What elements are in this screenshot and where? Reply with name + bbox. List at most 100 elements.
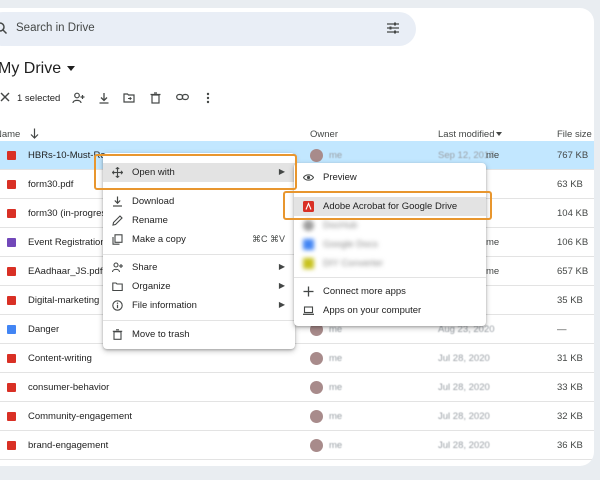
table-row[interactable]: brand-engagement me Jul 28, 2020 36 KB: [0, 431, 594, 460]
search-icon: [0, 22, 8, 35]
pencil-icon: [112, 215, 123, 226]
file-owner: me: [329, 411, 343, 422]
menu-item-move-to-trash[interactable]: Move to trash: [103, 325, 295, 344]
search-placeholder: Search in Drive: [16, 22, 95, 34]
page-title[interactable]: My Drive: [0, 60, 76, 78]
menu-item-file-information[interactable]: File information ▶: [103, 296, 295, 315]
app-icon: [303, 220, 314, 231]
menu-item-make-copy[interactable]: Make a copy ⌘C ⌘V: [103, 230, 295, 249]
form-icon: [7, 238, 16, 247]
pdf-icon: [7, 296, 16, 305]
menu-item-label: Rename: [132, 215, 168, 226]
file-modified-date: Jul 28, 2020: [438, 440, 490, 451]
column-owner[interactable]: Owner: [310, 129, 338, 140]
file-name: EAadhaar_JS.pdf: [28, 266, 103, 277]
submenu-item-blurred-app[interactable]: Google Docs: [294, 235, 486, 254]
file-size: 106 KB: [557, 237, 589, 248]
eye-icon: [303, 174, 314, 181]
menu-item-label: Move to trash: [132, 329, 190, 340]
info-icon: [112, 300, 123, 311]
chevron-right-icon: ▶: [278, 300, 285, 309]
app-icon: [303, 258, 314, 269]
page-title-label: My Drive: [0, 60, 62, 77]
column-name[interactable]: Name: [0, 129, 20, 140]
pdf-icon: [7, 383, 16, 392]
menu-item-rename[interactable]: Rename: [103, 211, 295, 230]
file-owner: me: [329, 440, 343, 451]
menu-item-download[interactable]: Download: [103, 192, 295, 211]
pdf-icon: [7, 441, 16, 450]
menu-item-label: Preview: [323, 172, 357, 183]
file-name: brand-engagement: [28, 440, 109, 451]
file-name: form30 (in-progres: [28, 208, 107, 219]
menu-item-label: Connect more apps: [323, 286, 406, 297]
submenu-item-preview[interactable]: Preview: [294, 168, 486, 187]
submenu-item-blurred-app[interactable]: DIY Converter: [294, 254, 486, 273]
menu-item-organize[interactable]: Organize ▶: [103, 277, 295, 296]
more-actions-icon[interactable]: [206, 92, 210, 104]
file-modified-by: me: [486, 237, 500, 248]
column-file-size[interactable]: File size: [557, 129, 592, 140]
search-bar[interactable]: Search in Drive: [0, 12, 416, 46]
open-with-submenu: Preview Adobe Acrobat for Google Drive D…: [294, 163, 486, 326]
trash-icon: [112, 329, 123, 340]
file-owner: me: [329, 382, 343, 393]
move-folder-icon[interactable]: [123, 92, 135, 103]
keyboard-shortcut: ⌘C ⌘V: [251, 234, 285, 244]
download-icon[interactable]: [98, 92, 110, 104]
plus-icon: [303, 286, 314, 297]
file-size: 36 KB: [557, 440, 583, 451]
menu-item-label: Google Docs: [323, 239, 378, 250]
file-name: Digital-marketing: [28, 295, 100, 306]
submenu-item-connect-more-apps[interactable]: Connect more apps: [294, 282, 486, 301]
table-row[interactable]: Community-engagement me Jul 28, 2020 32 …: [0, 402, 594, 431]
avatar: [310, 149, 323, 162]
pdf-icon: [7, 412, 16, 421]
menu-item-label: DIY Converter: [323, 258, 384, 269]
file-name: form30.pdf: [28, 179, 74, 190]
pdf-icon: [7, 354, 16, 363]
menu-item-label: Download: [132, 196, 175, 207]
file-modified-by: me: [486, 266, 500, 277]
column-last-modified[interactable]: Last modified: [438, 129, 495, 140]
sort-arrow-icon[interactable]: [30, 128, 39, 139]
file-modified-date: Jul 28, 2020: [438, 411, 490, 422]
pdf-icon: [7, 267, 16, 276]
drive-panel: Search in Drive My Drive 1 selected ame …: [0, 8, 594, 466]
pdf-icon: [7, 151, 16, 160]
pdf-icon: [7, 180, 16, 189]
copy-link-icon[interactable]: [176, 92, 189, 102]
file-size: 104 KB: [557, 208, 589, 219]
share-user-icon[interactable]: [72, 92, 85, 104]
clear-selection-icon[interactable]: [0, 92, 10, 102]
file-name: Content-writing: [28, 353, 92, 364]
file-size: 657 KB: [557, 266, 589, 277]
folder-icon: [112, 282, 123, 292]
table-row[interactable]: consumer-behavior me Jul 28, 2020 33 KB: [0, 373, 594, 402]
table-row[interactable]: Content-writing me Jul 28, 2020 31 KB: [0, 344, 594, 373]
menu-divider: [103, 254, 295, 255]
menu-item-label: File information: [132, 300, 197, 311]
avatar: [310, 352, 323, 365]
caret-down-icon: [67, 66, 76, 71]
laptop-icon: [303, 306, 314, 315]
file-size: —: [557, 324, 567, 335]
doc-icon: [7, 325, 16, 334]
submenu-item-apps-on-computer[interactable]: Apps on your computer: [294, 301, 486, 320]
menu-item-label: Make a copy: [132, 234, 186, 245]
menu-divider: [294, 277, 486, 278]
menu-item-label: Organize: [132, 281, 171, 292]
avatar: [310, 381, 323, 394]
file-modified-by: me: [486, 150, 500, 161]
avatar: [310, 410, 323, 423]
menu-item-share[interactable]: Share ▶: [103, 258, 295, 277]
highlight-open-with: [94, 154, 297, 190]
file-size: 33 KB: [557, 382, 583, 393]
trash-icon[interactable]: [150, 92, 161, 104]
file-modified-date: Jul 28, 2020: [438, 353, 490, 364]
avatar: [310, 439, 323, 452]
search-options-icon[interactable]: [386, 21, 400, 35]
menu-item-label: Share: [132, 262, 158, 273]
selection-action-bar: 1 selected: [0, 88, 594, 110]
file-modified-date: Jul 28, 2020: [438, 382, 490, 393]
